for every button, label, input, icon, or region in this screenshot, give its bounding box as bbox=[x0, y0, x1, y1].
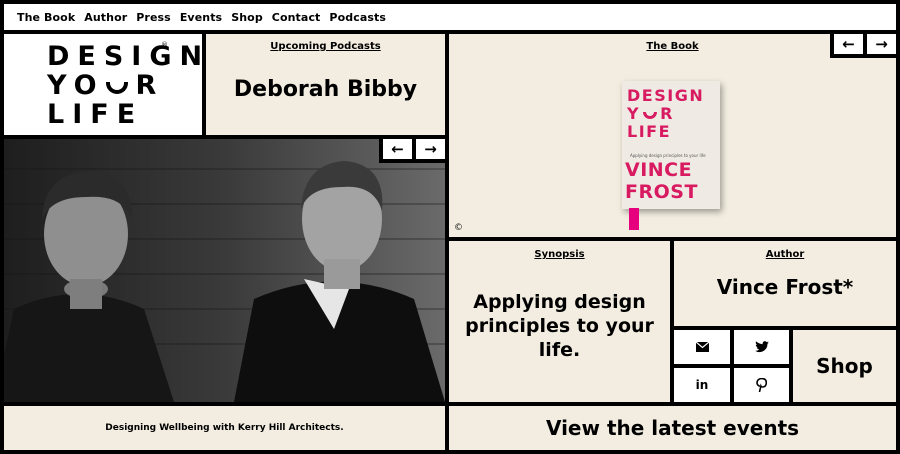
nav-shop[interactable]: Shop bbox=[231, 11, 263, 24]
book-smile-icon bbox=[643, 112, 658, 119]
author-name: Vince Frost* bbox=[716, 275, 854, 299]
book-cover-title-line-3: LIFE bbox=[627, 122, 672, 141]
copyright-mark: © bbox=[454, 223, 463, 233]
author-panel: Author Vince Frost* bbox=[674, 241, 896, 326]
arrow-right-icon[interactable]: → bbox=[416, 139, 445, 159]
events-label: View the latest events bbox=[545, 416, 800, 440]
upcoming-podcasts-label[interactable]: Upcoming Podcasts bbox=[206, 41, 445, 52]
linkedin-icon: in bbox=[695, 378, 709, 392]
top-nav: The Book Author Press Events Shop Contac… bbox=[4, 4, 896, 30]
book-cover-author-last: FROST bbox=[625, 181, 698, 203]
synopsis-text: Applying design principles to your life. bbox=[465, 291, 654, 361]
caption-text: Designing Wellbeing with Kerry Hill Arch… bbox=[105, 423, 344, 433]
twitter-button[interactable] bbox=[734, 330, 789, 364]
logo-line-2-left: YO bbox=[47, 70, 105, 101]
logo-line-3: LIFE bbox=[47, 99, 144, 130]
book-cover-title: DESIGN YR LIFE bbox=[627, 87, 704, 141]
logo-line-1: DESIGN bbox=[47, 41, 202, 72]
registered-mark: ® bbox=[161, 41, 168, 49]
smile-icon bbox=[105, 81, 128, 94]
book-cover-title-line-2-left: Y bbox=[627, 104, 641, 123]
nav-press[interactable]: Press bbox=[136, 11, 171, 24]
arrow-left-icon[interactable]: ← bbox=[834, 34, 863, 54]
portrait-photo bbox=[4, 139, 445, 402]
book-cover-image[interactable]: DESIGN YR LIFE Applying design principle… bbox=[622, 81, 720, 209]
synopsis-panel: Synopsis Applying design principles to y… bbox=[449, 241, 670, 402]
upcoming-podcasts-panel[interactable]: Upcoming Podcasts Deborah Bibby bbox=[206, 34, 445, 135]
the-book-label[interactable]: The Book bbox=[449, 41, 896, 52]
author-label[interactable]: Author bbox=[674, 249, 896, 260]
hero-photo: ← → bbox=[4, 139, 445, 402]
book-ribbon bbox=[629, 208, 639, 230]
photo-caption: Designing Wellbeing with Kerry Hill Arch… bbox=[4, 406, 445, 450]
linkedin-button[interactable]: in bbox=[674, 368, 730, 402]
arrow-right-icon[interactable]: → bbox=[867, 34, 896, 54]
book-cover-title-line-1: DESIGN bbox=[627, 86, 705, 105]
mail-icon bbox=[695, 342, 709, 352]
book-cover-author: VINCE FROST bbox=[625, 159, 698, 203]
mail-button[interactable] bbox=[674, 330, 730, 364]
twitter-icon bbox=[754, 341, 769, 353]
photo-carousel-controls: ← → bbox=[379, 139, 445, 163]
book-cover-subtitle: Applying design principles to your life bbox=[630, 153, 706, 158]
site-logo[interactable]: DESIGN YO R LIFE ® bbox=[4, 34, 202, 135]
nav-podcasts[interactable]: Podcasts bbox=[329, 11, 386, 24]
logo-line-2: YO R bbox=[47, 71, 202, 100]
book-cover-title-line-2-right: R bbox=[660, 104, 674, 123]
nav-the-book[interactable]: The Book bbox=[17, 11, 75, 24]
logo-wordmark: DESIGN YO R LIFE bbox=[47, 42, 202, 129]
book-cover-title-line-2: YR bbox=[627, 105, 704, 123]
nav-events[interactable]: Events bbox=[180, 11, 222, 24]
pinterest-icon bbox=[756, 378, 767, 392]
nav-contact[interactable]: Contact bbox=[272, 11, 321, 24]
shop-label: Shop bbox=[816, 354, 873, 378]
podcast-guest-name: Deborah Bibby bbox=[233, 77, 418, 102]
pinterest-button[interactable] bbox=[734, 368, 789, 402]
the-book-panel: The Book ← → DESIGN YR LIFE Applying des… bbox=[449, 34, 896, 237]
arrow-left-icon[interactable]: ← bbox=[383, 139, 412, 159]
nav-author[interactable]: Author bbox=[84, 11, 127, 24]
book-carousel-controls: ← → bbox=[830, 34, 896, 58]
synopsis-label[interactable]: Synopsis bbox=[449, 249, 670, 260]
events-button[interactable]: View the latest events bbox=[449, 406, 896, 450]
logo-line-2-right: R bbox=[135, 70, 165, 101]
book-cover-author-first: VINCE bbox=[625, 159, 693, 181]
shop-button[interactable]: Shop bbox=[793, 330, 896, 402]
